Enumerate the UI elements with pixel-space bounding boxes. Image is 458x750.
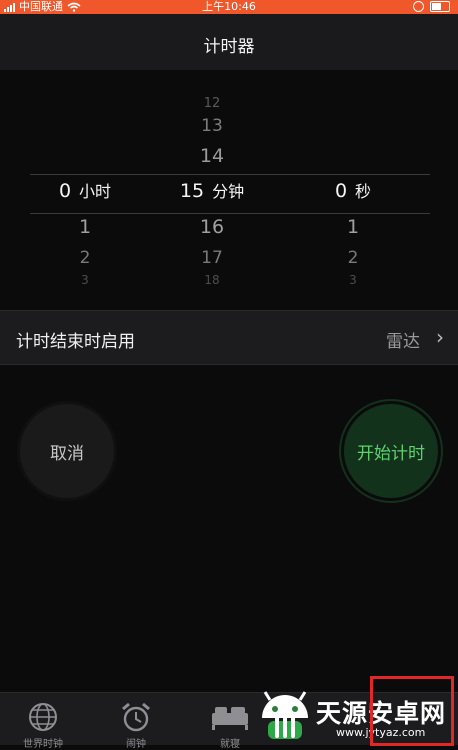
- cancel-button[interactable]: 取消: [20, 404, 114, 498]
- minutes-option[interactable]: 16: [137, 216, 287, 238]
- start-button-label: 开始计时: [357, 443, 425, 464]
- alarm-clock-icon: [122, 702, 150, 732]
- minutes-option[interactable]: 14: [137, 145, 287, 167]
- minutes-option[interactable]: 13: [137, 116, 287, 136]
- status-bar: 中国联通 上午10:46: [0, 0, 458, 14]
- page-title: 计时器: [203, 37, 255, 57]
- status-time: 上午10:46: [202, 0, 256, 13]
- tab-label: 闹钟: [126, 739, 146, 750]
- navigation-bar: 计时器: [0, 14, 458, 70]
- when-timer-ends-label: 计时结束时启用: [16, 332, 135, 352]
- seconds-wheel[interactable]: 0秒 1 2 3: [278, 70, 428, 310]
- when-timer-ends-row[interactable]: 计时结束时启用 雷达 ›: [0, 310, 458, 365]
- minutes-option[interactable]: 18: [137, 273, 287, 284]
- tab-world-clock[interactable]: 世界时钟: [3, 695, 83, 750]
- bed-icon: [212, 707, 248, 730]
- seconds-option[interactable]: 1: [278, 216, 428, 238]
- minutes-selected[interactable]: 15 分钟: [137, 178, 287, 202]
- minutes-wheel[interactable]: 12 13 14 15 分钟 16 17 18: [137, 70, 287, 310]
- battery-icon: [430, 1, 450, 12]
- seconds-option[interactable]: 3: [278, 273, 428, 284]
- timer-picker[interactable]: 0 小时 1 2 3 12 13 14 15 分钟 16 17 18 0秒 1 2 …: [0, 70, 458, 310]
- start-timer-button[interactable]: 开始计时: [344, 404, 438, 498]
- seconds-selected[interactable]: 0秒: [278, 178, 428, 202]
- alarm-icon: [413, 1, 424, 12]
- globe-icon: [29, 703, 57, 731]
- minutes-option[interactable]: 12: [137, 96, 287, 111]
- cancel-button-label: 取消: [50, 443, 84, 464]
- tab-label: 世界时钟: [23, 739, 63, 750]
- chevron-right-icon: ›: [436, 325, 444, 349]
- tab-alarm[interactable]: 闹钟: [96, 695, 176, 750]
- seconds-option[interactable]: 2: [278, 248, 428, 268]
- highlight-box: [370, 676, 454, 746]
- minutes-option[interactable]: 17: [137, 248, 287, 268]
- ringtone-value: 雷达: [386, 332, 420, 352]
- android-logo-icon: [262, 691, 308, 739]
